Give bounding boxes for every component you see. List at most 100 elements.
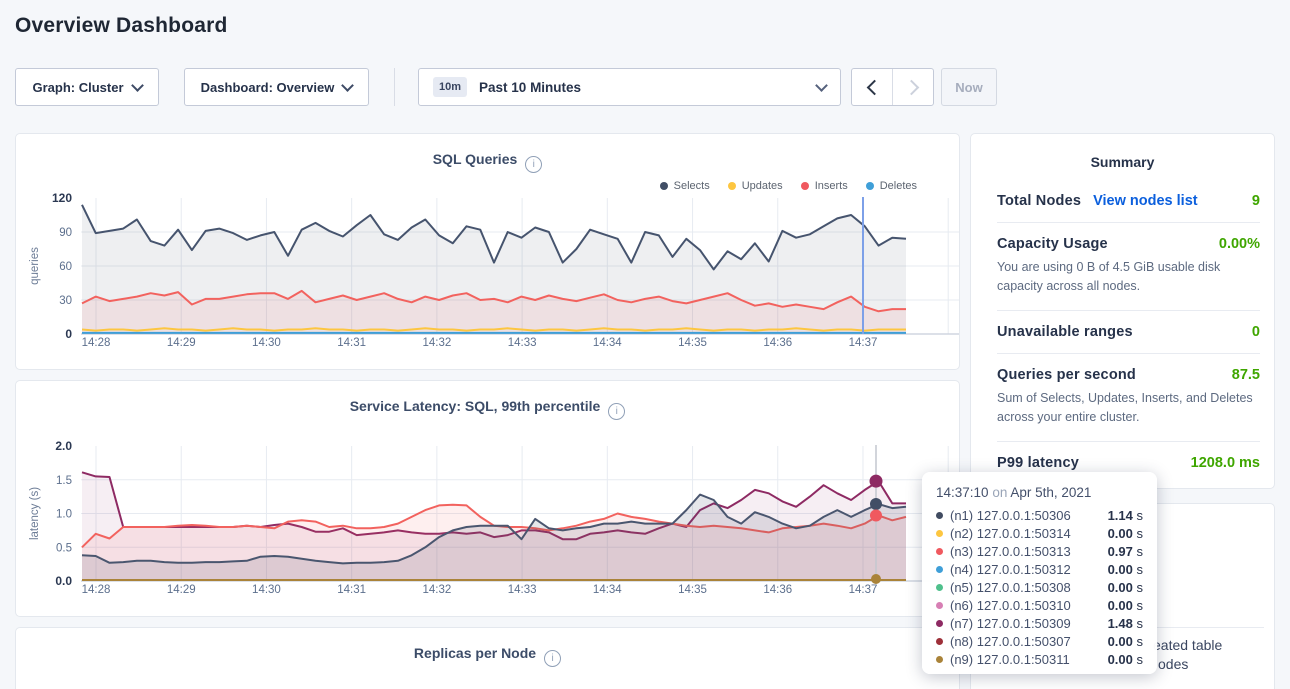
dashboard-dropdown-label: Dashboard: Overview <box>201 80 335 95</box>
node-color-dot <box>936 512 943 519</box>
svg-text:60: 60 <box>59 261 72 273</box>
tooltip-node-row: (n6) 127.0.0.1:50310 0.00 s <box>936 596 1143 614</box>
node-color-dot <box>936 566 943 573</box>
svg-text:14:34: 14:34 <box>593 584 622 596</box>
svg-text:queries: queries <box>29 247 41 285</box>
tooltip-node-row: (n3) 127.0.0.1:50313 0.97 s <box>936 542 1143 560</box>
svg-text:120: 120 <box>52 191 72 205</box>
qps-description: Sum of Selects, Updates, Inserts, and De… <box>997 389 1260 428</box>
service-latency-card: Service Latency: SQL, 99th percentilei 2… <box>15 380 960 617</box>
summary-panel: Summary Total Nodes View nodes list 9 Ca… <box>970 133 1275 489</box>
svg-text:14:37: 14:37 <box>849 584 878 596</box>
time-range-badge: 10m <box>433 77 467 97</box>
svg-text:14:31: 14:31 <box>337 584 366 596</box>
node-color-dot <box>936 548 943 555</box>
svg-text:14:29: 14:29 <box>167 584 196 596</box>
svg-text:14:32: 14:32 <box>422 584 451 596</box>
node-latency-value: 1.14 s <box>1108 508 1143 523</box>
event-item-fragment: odes <box>1158 656 1188 672</box>
svg-text:14:30: 14:30 <box>252 337 281 349</box>
sql-queries-chart[interactable]: 120906030014:2814:2914:3014:3114:3214:33… <box>16 134 959 369</box>
svg-text:14:37: 14:37 <box>849 337 878 349</box>
svg-text:14:29: 14:29 <box>167 337 196 349</box>
node-latency-value: 0.97 s <box>1108 544 1143 559</box>
replicas-per-node-card: Replicas per Nodei <box>15 627 960 689</box>
chevron-down-icon <box>341 79 354 92</box>
p99-latency-label: P99 latency <box>997 455 1079 471</box>
node-latency-value: 1.48 s <box>1108 616 1143 631</box>
time-range-dropdown[interactable]: 10m Past 10 Minutes <box>418 68 841 106</box>
svg-text:1.5: 1.5 <box>56 475 72 487</box>
tooltip-node-row: (n4) 127.0.0.1:50312 0.00 s <box>936 560 1143 578</box>
node-address: (n3) 127.0.0.1:50313 <box>950 544 1101 559</box>
service-latency-chart[interactable]: 2.01.51.00.50.014:2814:2914:3014:3114:32… <box>16 381 959 616</box>
svg-text:0.0: 0.0 <box>55 574 72 588</box>
svg-text:14:33: 14:33 <box>508 584 537 596</box>
chevron-right-icon <box>903 79 919 95</box>
qps-value: 87.5 <box>1232 367 1260 383</box>
node-address: (n4) 127.0.0.1:50312 <box>950 562 1101 577</box>
chevron-left-icon <box>866 79 882 95</box>
svg-text:14:32: 14:32 <box>422 337 451 349</box>
graph-dropdown[interactable]: Graph: Cluster <box>15 68 159 106</box>
node-color-dot <box>936 584 943 591</box>
tooltip-node-row: (n8) 127.0.0.1:50307 0.00 s <box>936 632 1143 650</box>
total-nodes-label: Total Nodes <box>997 193 1081 209</box>
node-latency-value: 0.00 s <box>1108 562 1143 577</box>
summary-row-capacity: Capacity Usage 0.00% You are using 0 B o… <box>997 223 1260 311</box>
chevron-down-icon <box>815 79 828 92</box>
node-address: (n9) 127.0.0.1:50311 <box>950 652 1101 667</box>
tooltip-timestamp: 14:37:10 on Apr 5th, 2021 <box>936 485 1143 500</box>
time-range-label: Past 10 Minutes <box>479 80 581 95</box>
svg-text:14:36: 14:36 <box>763 337 792 349</box>
tooltip-node-row: (n2) 127.0.0.1:50314 0.00 s <box>936 524 1143 542</box>
node-latency-value: 0.00 s <box>1108 598 1143 613</box>
controls-divider <box>394 68 395 106</box>
svg-text:30: 30 <box>59 295 72 307</box>
summary-row-unavailable-ranges: Unavailable ranges 0 <box>997 311 1260 354</box>
time-next-button[interactable] <box>892 69 933 105</box>
overview-dashboard-page: Overview Dashboard Graph: Cluster Dashbo… <box>0 0 1290 689</box>
time-prev-button[interactable] <box>852 69 892 105</box>
info-icon[interactable]: i <box>544 650 561 667</box>
unavailable-ranges-value: 0 <box>1252 324 1260 340</box>
summary-title: Summary <box>971 134 1274 170</box>
node-latency-value: 0.00 s <box>1108 580 1143 595</box>
summary-row-total-nodes: Total Nodes View nodes list 9 <box>997 180 1260 223</box>
view-nodes-list-link[interactable]: View nodes list <box>1093 193 1198 209</box>
chart-hover-tooltip: 14:37:10 on Apr 5th, 2021 (n1) 127.0.0.1… <box>922 472 1157 674</box>
sql-queries-card: SQL Queriesi SelectsUpdatesInsertsDelete… <box>15 133 960 370</box>
svg-text:0.5: 0.5 <box>56 542 72 554</box>
svg-text:14:35: 14:35 <box>678 584 707 596</box>
node-address: (n8) 127.0.0.1:50307 <box>950 634 1101 649</box>
node-latency-value: 0.00 s <box>1108 526 1143 541</box>
p99-latency-value: 1208.0 ms <box>1191 455 1260 471</box>
svg-text:14:31: 14:31 <box>337 337 366 349</box>
svg-text:90: 90 <box>59 227 72 239</box>
page-title: Overview Dashboard <box>15 14 228 38</box>
summary-row-qps: Queries per second 87.5 Sum of Selects, … <box>997 354 1260 442</box>
node-address: (n7) 127.0.0.1:50309 <box>950 616 1101 631</box>
replicas-per-node-title: Replicas per Nodei <box>16 645 959 667</box>
node-color-dot <box>936 638 943 645</box>
svg-text:14:28: 14:28 <box>82 584 111 596</box>
svg-text:14:30: 14:30 <box>252 584 281 596</box>
qps-label: Queries per second <box>997 367 1136 383</box>
unavailable-ranges-label: Unavailable ranges <box>997 324 1133 340</box>
node-color-dot <box>936 620 943 627</box>
svg-text:14:35: 14:35 <box>678 337 707 349</box>
node-address: (n6) 127.0.0.1:50310 <box>950 598 1101 613</box>
capacity-usage-value: 0.00% <box>1219 236 1260 252</box>
graph-dropdown-label: Graph: Cluster <box>32 80 123 95</box>
tooltip-node-row: (n1) 127.0.0.1:503061.14 s <box>936 506 1143 524</box>
node-address: (n2) 127.0.0.1:50314 <box>950 526 1101 541</box>
now-button[interactable]: Now <box>941 68 997 106</box>
node-address: (n5) 127.0.0.1:50308 <box>950 580 1101 595</box>
chevron-down-icon <box>131 79 144 92</box>
node-latency-value: 0.00 s <box>1108 634 1143 649</box>
time-step-buttons <box>851 68 934 106</box>
node-color-dot <box>936 656 943 663</box>
dashboard-dropdown[interactable]: Dashboard: Overview <box>184 68 369 106</box>
capacity-usage-label: Capacity Usage <box>997 236 1108 252</box>
svg-text:latency (s): latency (s) <box>29 487 41 540</box>
